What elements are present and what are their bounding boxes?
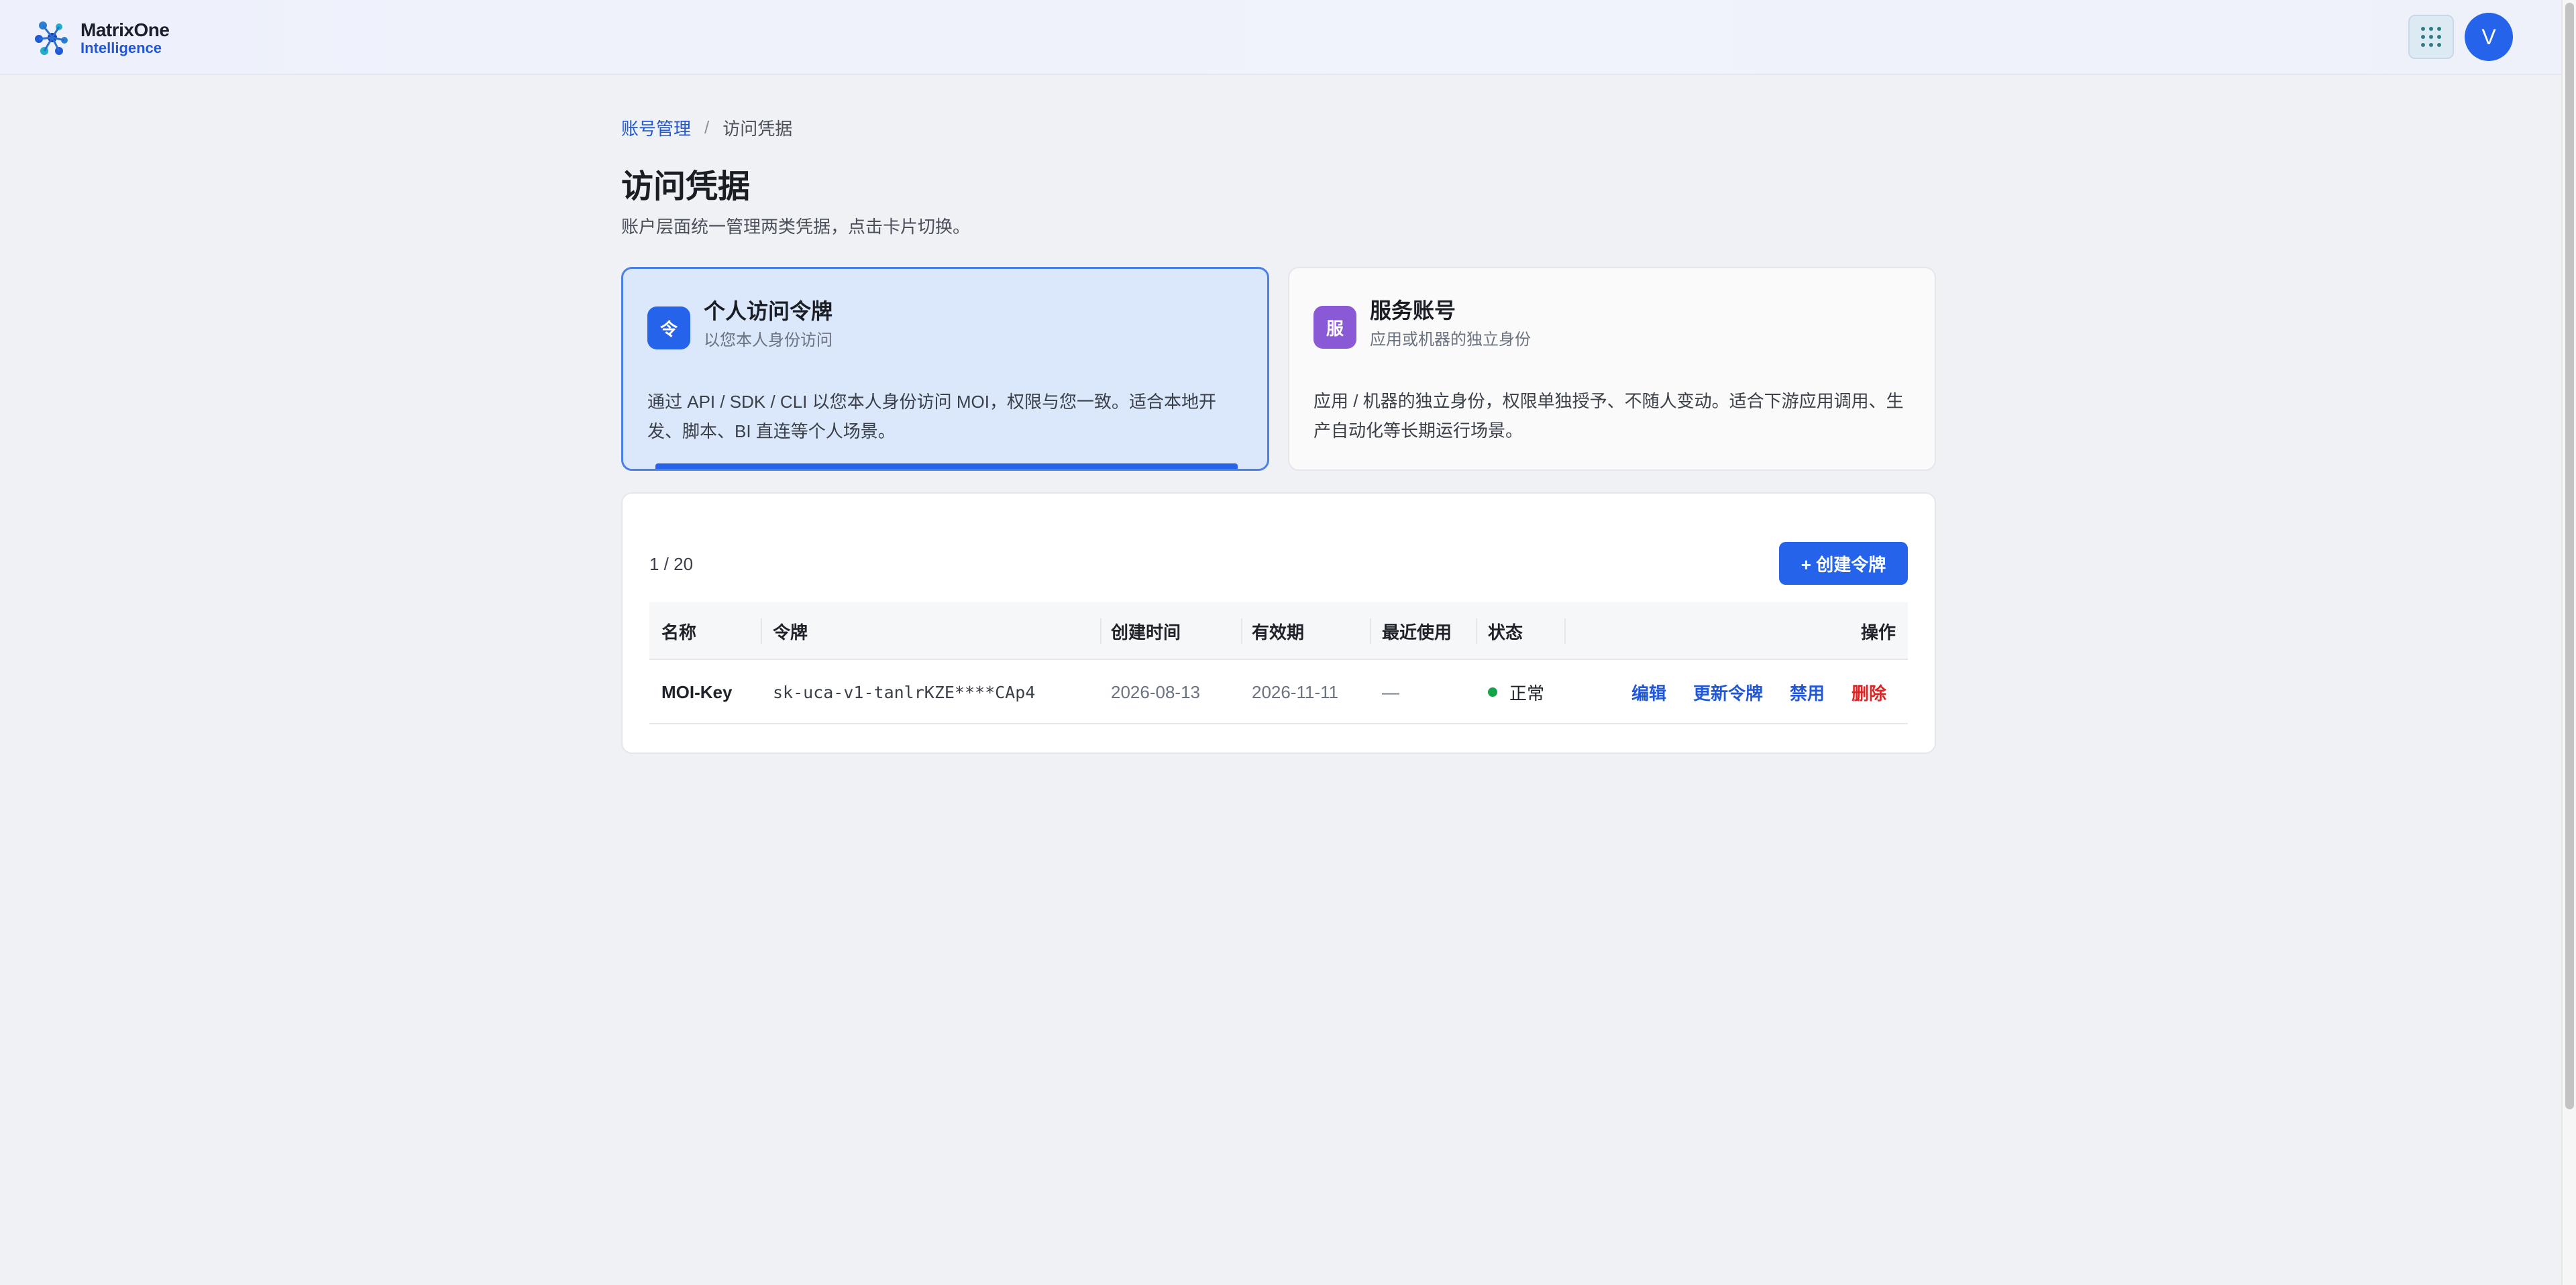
column-divider xyxy=(761,618,762,644)
token-created-date: 2026-08-13 xyxy=(1111,681,1200,702)
card-personal-access-token[interactable]: 令 个人访问令牌 以您本人身份访问 通过 API / SDK / CLI 以您本… xyxy=(621,267,1269,471)
column-header-actions: 操作 xyxy=(1860,622,1896,642)
grid-icon xyxy=(2421,27,2441,47)
card-subtitle: 以您本人身份访问 xyxy=(704,331,833,349)
token-value: sk-uca-v1-tanlrKZE****CAp4 xyxy=(773,682,1036,702)
column-divider xyxy=(1564,618,1566,644)
page-scrollbar[interactable] xyxy=(2561,0,2576,1285)
status-label: 正常 xyxy=(1509,683,1545,704)
tokens-panel: 1 / 20 + 创建令牌 名称 令牌 创建时间 有效期 最近使用 状态 操作 … xyxy=(621,492,1936,754)
table-header: 名称 令牌 创建时间 有效期 最近使用 状态 操作 xyxy=(649,602,1908,660)
column-divider xyxy=(1100,618,1102,644)
logo-text-secondary: Intelligence xyxy=(80,40,162,56)
user-avatar[interactable]: V xyxy=(2465,13,2513,61)
top-bar: MatrixOne Intelligence V xyxy=(0,0,2561,75)
column-header-created: 创建时间 xyxy=(1111,622,1181,642)
card-description: 应用 / 机器的独立身份，权限单独授予、不随人变动。适合下游应用调用、生产自动化… xyxy=(1313,391,1904,441)
create-token-button[interactable]: + 创建令牌 xyxy=(1779,542,1908,585)
token-status: 正常 xyxy=(1488,660,1544,724)
service-icon: 服 xyxy=(1313,306,1356,349)
renew-token-button[interactable]: 更新令牌 xyxy=(1693,660,1763,724)
breadcrumb: 账号管理 / 访问凭据 xyxy=(621,115,792,140)
breadcrumb-separator: / xyxy=(704,117,710,137)
token-icon: 令 xyxy=(647,306,690,349)
column-header-name: 名称 xyxy=(661,622,697,642)
app-logo[interactable]: MatrixOne Intelligence xyxy=(32,17,170,59)
page-title: 访问凭据 xyxy=(621,169,751,205)
card-service-account[interactable]: 服 服务账号 应用或机器的独立身份 应用 / 机器的独立身份，权限单独授予、不随… xyxy=(1288,267,1936,471)
breadcrumb-current: 访问凭据 xyxy=(722,119,793,139)
token-expiry-date: 2026-11-11 xyxy=(1252,681,1339,702)
card-subtitle: 应用或机器的独立身份 xyxy=(1370,331,1531,349)
card-title: 个人访问令牌 xyxy=(704,299,833,323)
column-divider xyxy=(1370,618,1371,644)
disable-token-button[interactable]: 禁用 xyxy=(1790,660,1825,724)
page-subtitle: 账户层面统一管理两类凭据，点击卡片切换。 xyxy=(621,217,971,237)
tokens-table: 名称 令牌 创建时间 有效期 最近使用 状态 操作 MOI-Key sk-uca… xyxy=(649,602,1908,724)
logo-text-primary: MatrixOne xyxy=(80,19,170,40)
table-row: MOI-Key sk-uca-v1-tanlrKZE****CAp4 2026-… xyxy=(649,660,1908,724)
card-title: 服务账号 xyxy=(1370,298,1456,323)
column-header-status: 状态 xyxy=(1488,622,1523,642)
token-count: 1 / 20 xyxy=(649,554,694,574)
status-dot-icon xyxy=(1488,687,1497,697)
card-description: 通过 API / SDK / CLI 以您本人身份访问 MOI，权限与您一致。适… xyxy=(647,392,1216,441)
app-launcher-button[interactable] xyxy=(2408,15,2454,59)
delete-token-button[interactable]: 删除 xyxy=(1851,660,1886,724)
edit-token-button[interactable]: 编辑 xyxy=(1631,660,1666,724)
breadcrumb-link-account[interactable]: 账号管理 xyxy=(621,115,691,140)
column-divider xyxy=(1241,618,1242,644)
active-indicator xyxy=(655,463,1238,469)
column-header-expires: 有效期 xyxy=(1252,622,1305,642)
column-header-last-used: 最近使用 xyxy=(1382,622,1452,642)
column-header-token: 令牌 xyxy=(773,622,808,642)
scrollbar-thumb[interactable] xyxy=(2565,3,2574,1109)
token-name: MOI-Key xyxy=(661,681,733,702)
token-last-used: — xyxy=(1382,681,1399,702)
column-divider xyxy=(1476,618,1477,644)
matrixone-logo-icon xyxy=(35,21,68,55)
